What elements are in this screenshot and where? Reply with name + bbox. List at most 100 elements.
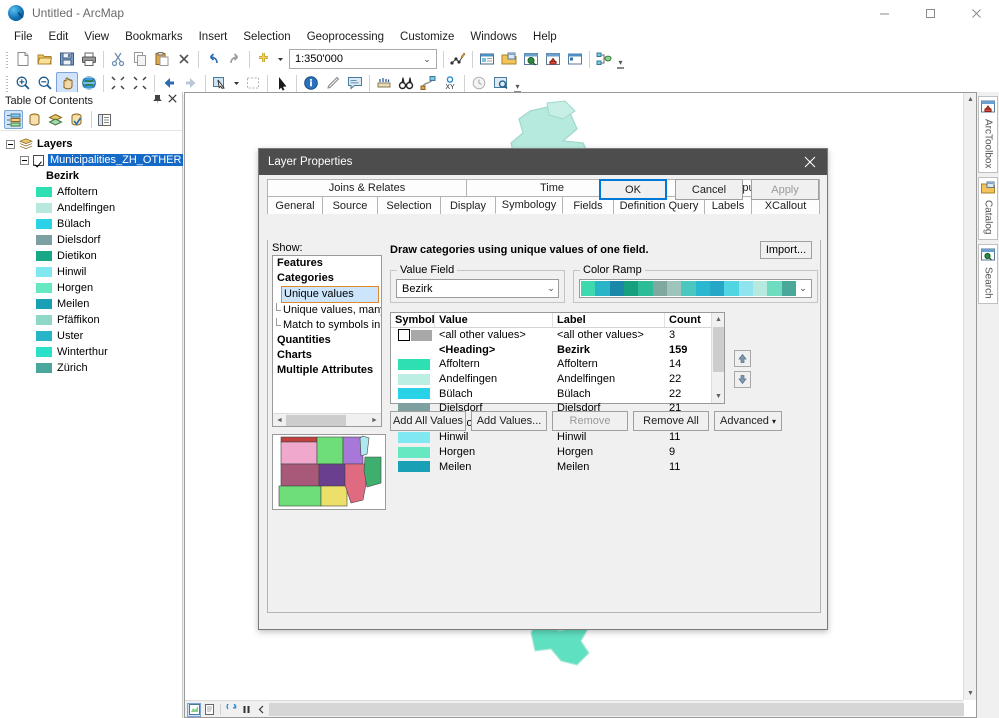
menu-selection[interactable]: Selection [235,29,298,45]
show-item-multiple-attributes[interactable]: Multiple Attributes [273,363,381,378]
zoom-in-icon[interactable] [12,72,34,94]
fixed-zoom-in-icon[interactable] [107,72,129,94]
select-features-icon[interactable] [209,72,231,94]
show-tree-list[interactable]: Features Categories Unique values Unique… [272,255,382,427]
go-to-xy-icon[interactable]: XY [439,72,461,94]
identify-icon[interactable] [300,72,322,94]
copy-icon[interactable] [129,48,151,70]
row-symbol[interactable] [391,388,435,399]
table-row[interactable]: <Heading> Bezirk 159 [391,343,724,358]
back-extent-icon[interactable] [158,72,180,94]
legend-item[interactable]: Zürich [6,360,182,376]
tab-symbology[interactable]: Symbology [495,196,563,214]
dock-tab-catalog[interactable]: Catalog [978,177,998,239]
table-row[interactable]: Affoltern Affoltern 14 [391,357,724,372]
show-item-features[interactable]: Features [273,256,381,271]
import-button[interactable]: Import... [760,241,812,259]
pin-icon[interactable] [153,94,162,108]
advanced-button[interactable]: Advanced ▾ [714,411,782,431]
data-view-icon[interactable] [187,703,201,717]
chevron-down-icon[interactable]: ⌄ [796,283,810,294]
python-window-icon[interactable] [564,48,586,70]
toc-layer-row[interactable]: Municipalities_ZH_OTHER [6,152,182,168]
select-dropdown-icon[interactable] [231,72,242,94]
minimize-icon[interactable] [861,0,907,26]
menu-geoprocessing[interactable]: Geoprocessing [299,29,392,45]
menu-file[interactable]: File [6,29,41,45]
collapse-icon[interactable] [20,156,29,165]
arctoolbox-icon[interactable] [542,48,564,70]
row-symbol[interactable] [391,329,435,341]
list-by-visibility-icon[interactable] [46,110,65,129]
find-route-icon[interactable] [417,72,439,94]
legend-item[interactable]: Bülach [6,216,182,232]
value-field-combo[interactable]: Bezirk ⌄ [396,279,559,298]
toolbar-overflow-icon[interactable] [615,49,626,69]
close-icon[interactable] [168,94,177,106]
show-item-unique-values-many[interactable]: Unique values, many [273,303,381,318]
scroll-up-icon[interactable]: ▲ [964,93,977,106]
legend-item[interactable]: Meilen [6,296,182,312]
ok-button[interactable]: OK [599,179,667,200]
menu-edit[interactable]: Edit [41,29,77,45]
table-row[interactable]: Bülach Bülach 22 [391,386,724,401]
pause-drawing-icon[interactable] [239,703,253,717]
row-symbol[interactable] [391,374,435,385]
move-down-button[interactable] [734,371,751,388]
row-symbol[interactable] [391,461,435,472]
table-row[interactable]: Horgen Horgen 9 [391,445,724,460]
new-document-icon[interactable] [12,48,34,70]
menu-bookmarks[interactable]: Bookmarks [117,29,191,45]
map-horizontal-scrollbar[interactable] [185,700,963,717]
table-row[interactable]: Andelfingen Andelfingen 22 [391,372,724,387]
toc-root-layers[interactable]: Layers [6,136,182,152]
add-values-button[interactable]: Add Values... [471,411,547,431]
scroll-thumb[interactable] [713,327,724,372]
legend-item[interactable]: Dietikon [6,248,182,264]
scroll-down-icon[interactable]: ▼ [712,390,725,403]
refresh-icon[interactable] [224,703,238,717]
chevron-down-icon[interactable]: ⌄ [544,283,558,294]
table-vertical-scrollbar[interactable]: ▲ ▼ [711,313,724,403]
remove-all-button[interactable]: Remove All [633,411,709,431]
menu-help[interactable]: Help [525,29,565,45]
legend-item[interactable]: Pfäffikon [6,312,182,328]
row-symbol[interactable] [391,447,435,458]
dock-tab-search[interactable]: Search [978,244,998,304]
legend-item[interactable]: Hinwil [6,264,182,280]
symbology-classification-table[interactable]: Symbol Value Label Count <all o [390,312,725,404]
table-of-contents-icon[interactable] [476,48,498,70]
legend-item[interactable]: Horgen [6,280,182,296]
cut-icon[interactable] [107,48,129,70]
show-item-charts[interactable]: Charts [273,348,381,363]
table-row[interactable]: Meilen Meilen 11 [391,459,724,474]
html-popup-icon[interactable] [344,72,366,94]
scroll-down-icon[interactable]: ▼ [964,687,977,700]
print-icon[interactable] [78,48,100,70]
undo-icon[interactable] [202,48,224,70]
row-symbol[interactable] [391,359,435,370]
legend-item[interactable]: Andelfingen [6,200,182,216]
options-icon[interactable] [95,110,114,129]
close-icon[interactable] [953,0,999,26]
show-item-quantities[interactable]: Quantities [273,333,381,348]
move-up-button[interactable] [734,350,751,367]
dock-tab-arctoolbox[interactable]: ArcToolbox [978,96,998,173]
clear-selection-icon[interactable] [242,72,264,94]
collapse-icon[interactable] [6,140,15,149]
show-item-match-to-symbols[interactable]: Match to symbols in a [273,318,381,333]
toolbar-grip[interactable] [4,50,10,68]
legend-item[interactable]: Uster [6,328,182,344]
cancel-button[interactable]: Cancel [675,179,743,200]
table-row[interactable]: Hinwil Hinwil 11 [391,430,724,445]
find-icon[interactable] [395,72,417,94]
toolbar-overflow-icon[interactable] [512,73,523,93]
list-by-selection-icon[interactable] [67,110,86,129]
chevron-down-icon[interactable]: ▾ [772,417,776,426]
color-ramp-combo[interactable]: ⌄ [579,279,812,298]
maximize-icon[interactable] [907,0,953,26]
save-icon[interactable] [56,48,78,70]
pan-icon[interactable] [56,72,78,94]
scroll-left-icon[interactable]: ◄ [273,414,286,427]
list-by-source-icon[interactable] [25,110,44,129]
